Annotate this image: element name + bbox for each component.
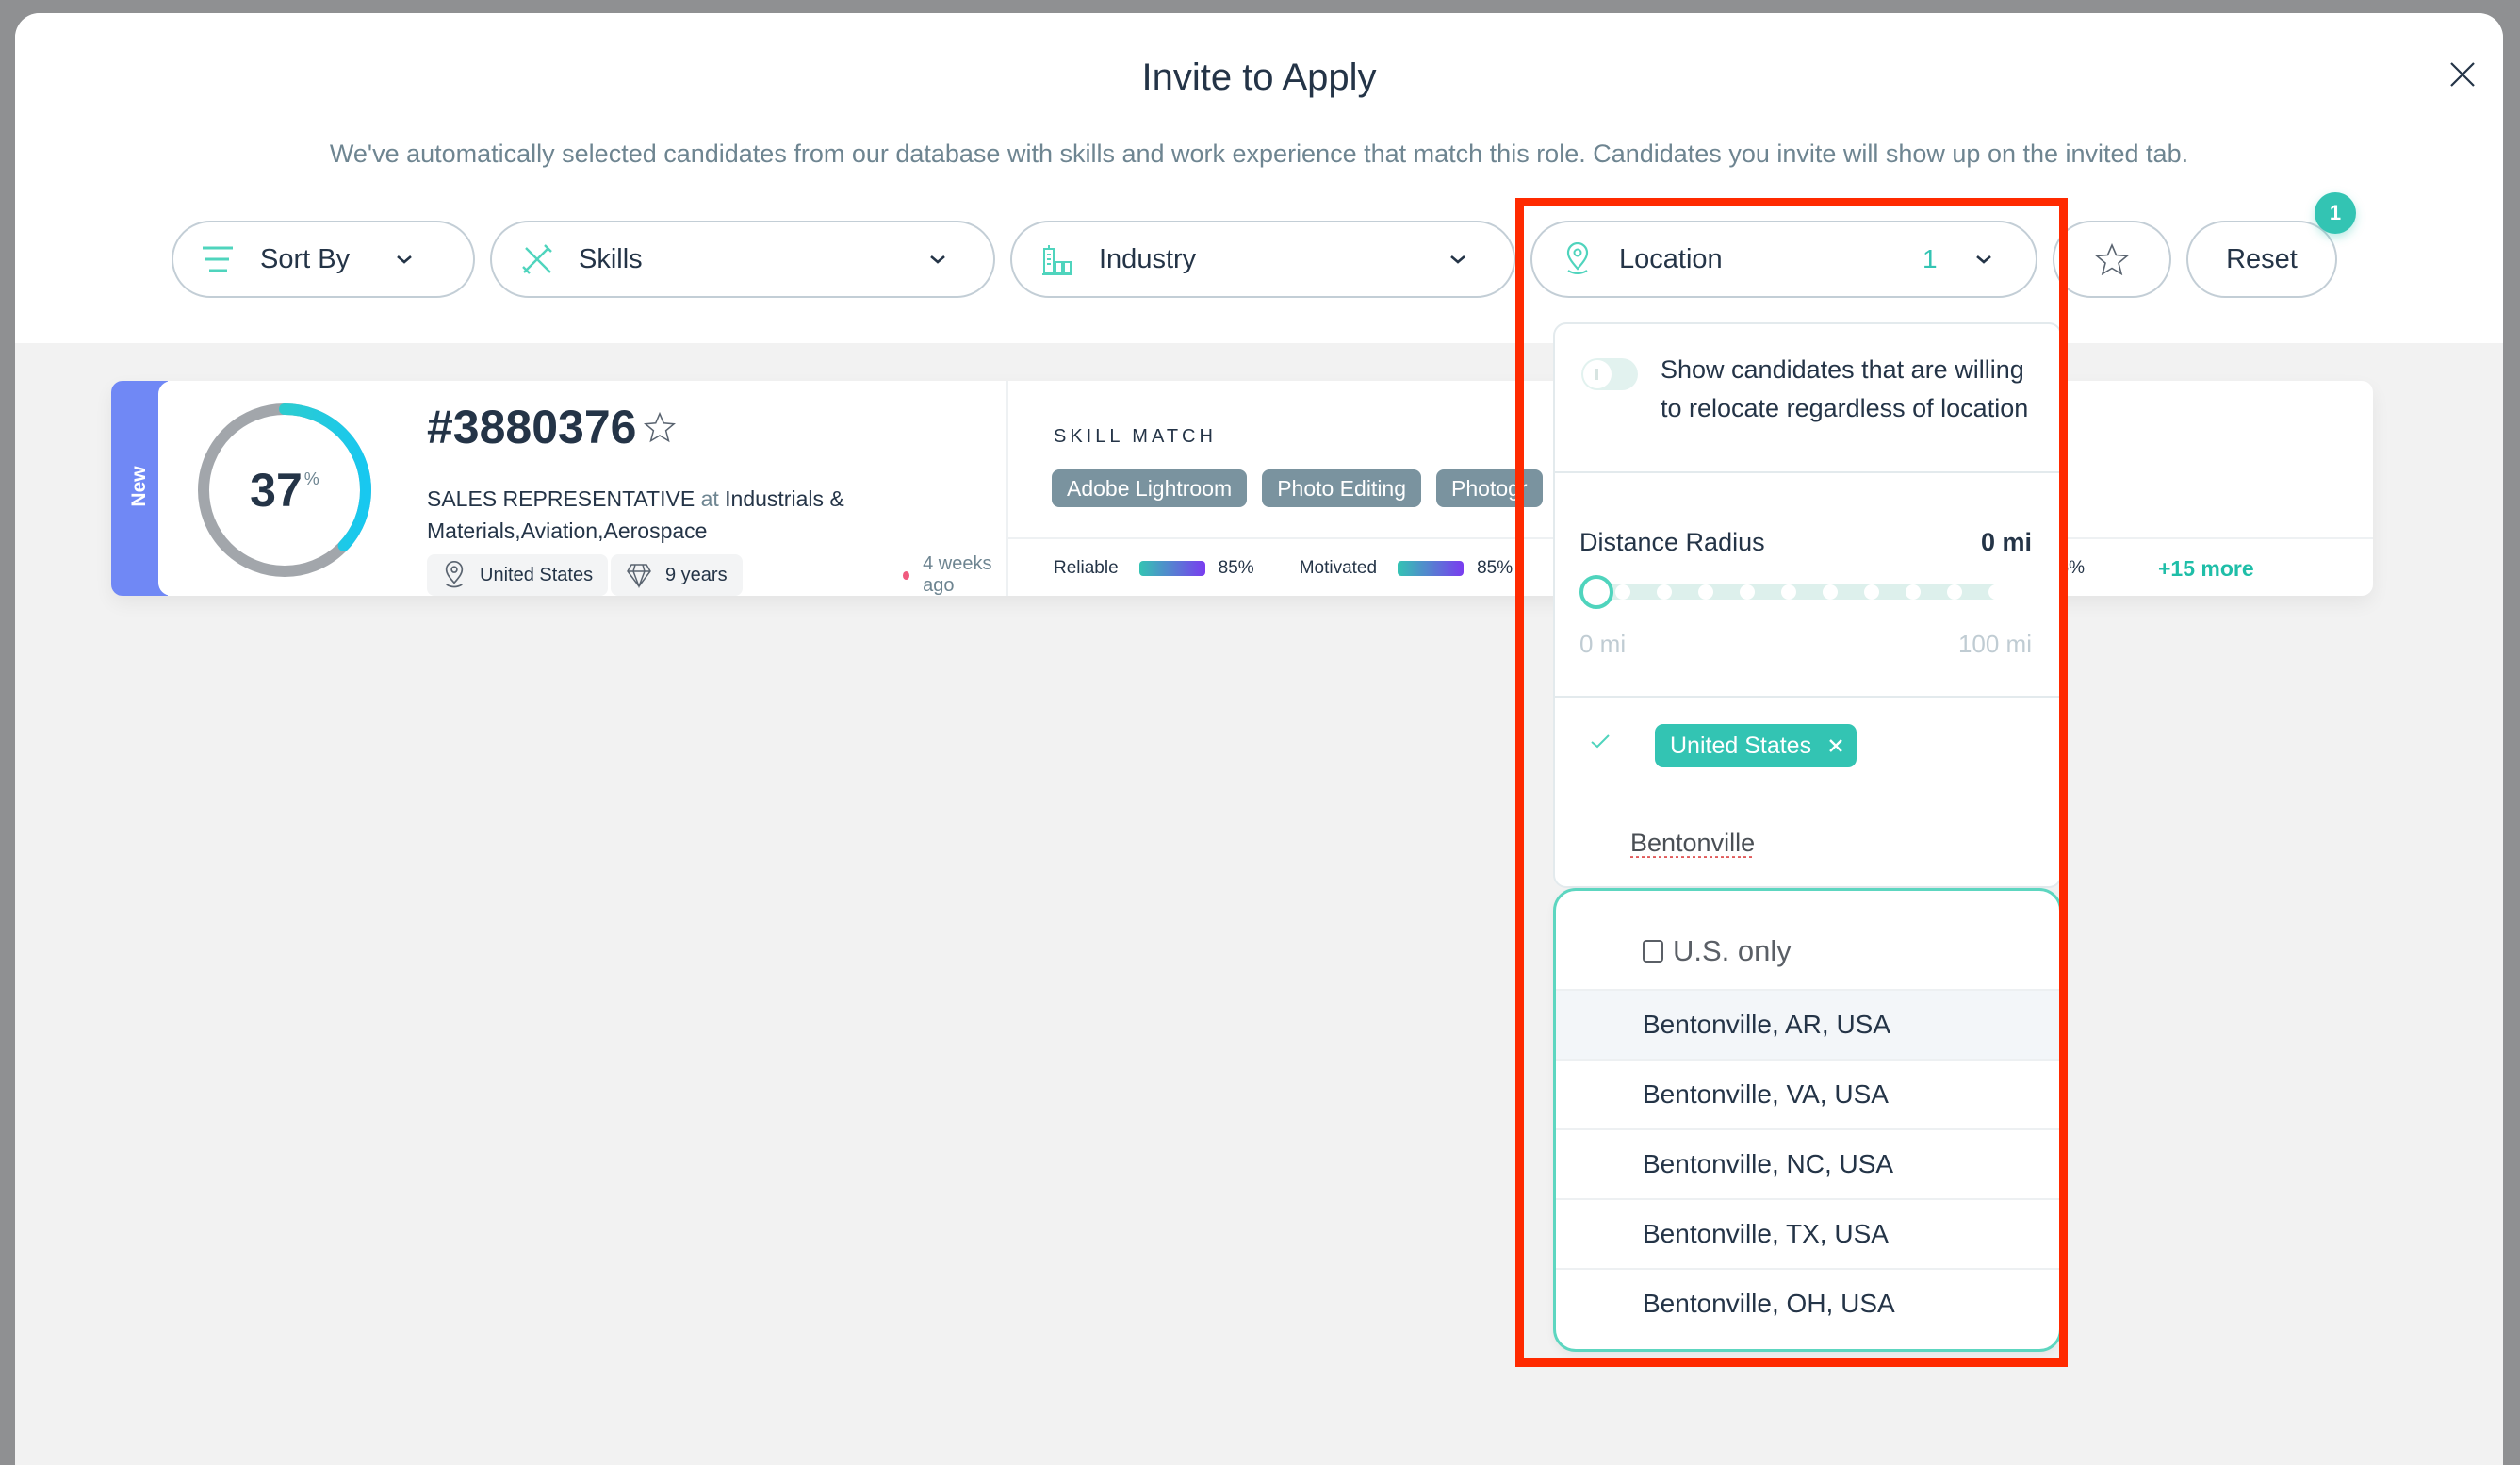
slider-min-label: 0 mi [1579,630,1627,658]
modal-header: Invite to Apply We've automatically sele… [15,13,2503,343]
slider-tick [2030,584,2045,600]
distance-radius-value: 0 mi [1980,528,2032,556]
slider-max-label: 100 mi [1957,630,2032,658]
location-search-input[interactable] [1630,824,2026,862]
candidate-summary: 37% #3880376 SALES REPRESENTATIVE at Ind… [158,381,1006,596]
invite-modal: Invite to Apply We've automatically sele… [15,13,2503,1465]
reset-button[interactable]: Reset [2186,221,2337,298]
modal-subtitle: We've automatically selected candidates … [329,140,2189,168]
check-icon [1591,734,1610,749]
star-icon[interactable] [644,411,677,443]
filter-bar: Sort By Skills Industry Location 1 Reset… [15,192,2503,298]
skill-match-title: SKILL MATCH [1054,426,1217,447]
diamond-icon [627,564,651,588]
chevron-down-icon [1450,255,1465,264]
suggestion-item[interactable]: Bentonville, OH, USA [1556,1268,2059,1338]
trait-bar [1398,561,1465,576]
suggestion-item[interactable]: Bentonville, NC, USA [1556,1128,2059,1198]
active-filters-badge: 1 [2315,192,2356,234]
slider-tick [1988,584,2004,600]
chevron-down-icon [397,255,412,264]
selected-location-chip: United States [1655,724,1857,767]
relocate-label: Show candidates that are willing to relo… [1661,355,2029,422]
slider-tick [1906,584,1921,600]
slider-thumb[interactable] [1579,575,1613,609]
trait-reliable: Reliable 85% [1054,558,1254,578]
posted-time: 4 weeks ago [903,553,1006,596]
candidate-role: SALES REPRESENTATIVE at Industrials & Ma… [427,486,844,543]
us-only-checkbox[interactable]: U.S. only [1643,934,1792,968]
status-dot [903,570,910,580]
sort-lines-icon [200,240,237,278]
sort-by-label: Sort By [260,243,351,274]
candidate-id[interactable]: #3880376 [427,400,677,454]
candidate-experience-chip: 9 years [611,554,743,596]
tools-icon [518,240,556,278]
relocate-toggle[interactable] [1581,358,1638,390]
slider-tick [1615,584,1630,600]
slider-tick [1740,584,1755,600]
location-suggestions: U.S. only Bentonville, AR, USA Bentonvil… [1553,888,2062,1352]
skills-label: Skills [579,243,643,274]
location-count: 1 [1923,244,1938,273]
industry-dropdown[interactable]: Industry [1010,221,1515,298]
close-icon[interactable] [2448,60,2477,89]
trait-list: Reliable 85% Motivated 85% [1054,558,1558,579]
suggestion-item[interactable]: Bentonville, AR, USA [1556,989,2059,1059]
slider-tick [1864,584,1879,600]
suggestion-item[interactable]: Bentonville, TX, USA [1556,1198,2059,1268]
candidate-location-chip: United States [427,554,609,596]
sort-by-dropdown[interactable]: Sort By [172,221,475,298]
favorites-filter-button[interactable] [2053,221,2171,298]
map-pin-icon [445,561,464,588]
location-filter-panel: Show candidates that are willing to relo… [1553,322,2062,888]
more-skills-link[interactable]: +15 more [2158,556,2254,582]
checkbox-icon [1643,940,1663,963]
slider-tick [1698,584,1713,600]
distance-radius-slider[interactable] [1579,573,2045,611]
star-icon [2095,243,2129,275]
divider [1555,471,2060,473]
skills-dropdown[interactable]: Skills [490,221,995,298]
skill-tag: Adobe Lightroom [1052,469,1248,507]
match-score: 37% [250,464,319,517]
reset-label: Reset [2226,243,2298,274]
slider-tick [1823,584,1838,600]
skill-tags: Adobe Lightroom Photo Editing Photogr [1052,469,1543,507]
industry-label: Industry [1099,243,1197,274]
suggestion-item[interactable]: Bentonville, VA, USA [1556,1059,2059,1128]
slider-tick [1947,584,1962,600]
chevron-down-icon [930,255,945,264]
buildings-icon [1039,240,1076,278]
location-dropdown[interactable]: Location 1 [1530,221,2037,298]
modal-title: Invite to Apply [1141,57,1377,98]
trait-bar [1138,561,1205,576]
divider [1555,696,2060,698]
trait-motivated: Motivated 85% [1299,558,1514,578]
slider-tick [1657,584,1672,600]
map-pin-icon [1559,240,1596,278]
remove-icon[interactable] [1828,738,1843,753]
location-label: Location [1619,243,1723,274]
slider-tick [1781,584,1796,600]
distance-radius-label: Distance Radius [1579,528,1765,556]
skill-tag: Photogr [1436,469,1543,507]
chevron-down-icon [1976,255,1991,264]
skill-tag: Photo Editing [1262,469,1422,507]
